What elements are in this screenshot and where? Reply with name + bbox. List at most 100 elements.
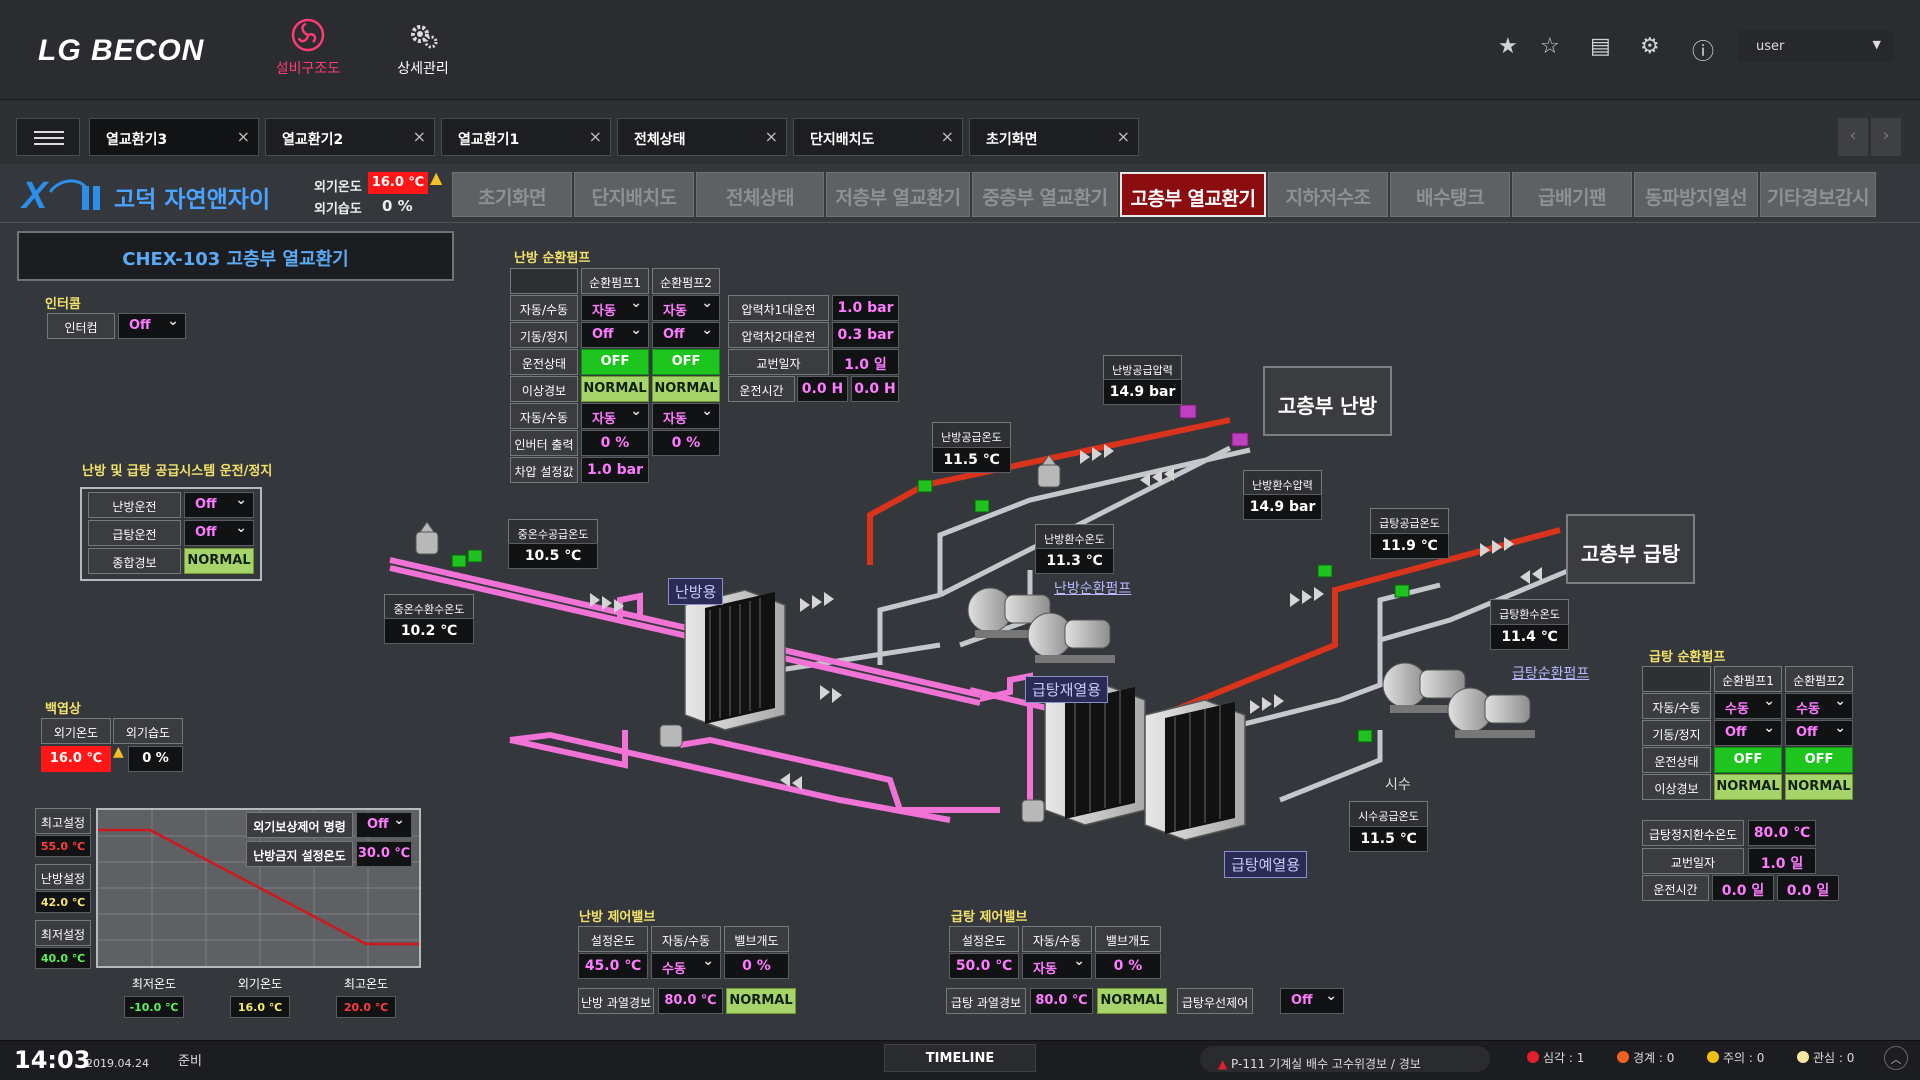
tag-reheat-hx: 급탕재열용 [1025, 676, 1109, 703]
close-icon[interactable]: × [237, 127, 250, 146]
tab-hex3[interactable]: 열교환기3 × [89, 118, 259, 156]
nav-label: 상세관리 [397, 61, 449, 77]
document-icon[interactable]: ▤ [1590, 34, 1611, 64]
tag-heating-hx: 난방용 [668, 578, 724, 605]
subtab-low-hex[interactable]: 저층부 열교환기 [826, 172, 970, 217]
alarm-count-caution[interactable]: 주의 : 0 [1707, 1049, 1764, 1066]
overall-alarm-status: NORMAL [184, 548, 254, 574]
subtab-underground-tank[interactable]: 지하저수조 [1268, 172, 1388, 217]
heat-valve-setpoint[interactable]: 45.0 ℃ [578, 953, 648, 979]
intercom-label: 인터컴 [47, 313, 115, 339]
subtab-home[interactable]: 초기화면 [452, 172, 572, 217]
fan-icon [291, 18, 325, 52]
dhw-area-box: 고층부 급탕 [1566, 514, 1695, 584]
tab-hex1[interactable]: 열교환기1 × [441, 118, 611, 156]
dhw-valve-mode-select[interactable]: 자동 [1022, 953, 1092, 979]
user-menu[interactable]: user ▼ [1738, 30, 1893, 62]
hp1-auto-manual-select[interactable]: 자동 [581, 295, 649, 321]
dhw-priority-select[interactable]: Off [1280, 988, 1344, 1014]
settings-icon[interactable]: ⚙ [1640, 34, 1660, 64]
overall-alarm-label: 종합경보 [88, 548, 181, 574]
heat-valve-mode-select[interactable]: 수동 [651, 953, 721, 979]
dhw-stop-return-value[interactable]: 80.0 ℃ [1748, 820, 1816, 846]
subtab-other-alarms[interactable]: 기타경보감시 [1760, 172, 1876, 217]
subtab-overall[interactable]: 전체상태 [696, 172, 824, 217]
timeline-button[interactable]: TIMELINE [884, 1044, 1036, 1072]
favorite-icon[interactable]: ★ [1498, 34, 1518, 64]
max-setting-value: 55.0 ℃ [35, 835, 91, 857]
close-icon[interactable]: × [941, 127, 954, 146]
site-name: 고덕 자연앤자이 [114, 187, 271, 213]
dhw-alternation-value[interactable]: 1.0 일 [1748, 848, 1816, 874]
nav-detail-management[interactable]: 상세관리 [378, 18, 468, 88]
close-icon[interactable]: × [589, 127, 602, 146]
subtab-mid-hex[interactable]: 중층부 열교환기 [972, 172, 1118, 217]
dhw-run-select[interactable]: Off [184, 520, 254, 546]
pressure-diff1-label: 압력차1대운전 [728, 295, 829, 321]
dhw-valve-opening[interactable]: 0 % [1095, 953, 1161, 979]
dhw-overheat-temp[interactable]: 80.0 ℃ [1030, 988, 1093, 1014]
heat-return-temp: 11.3 ℃ [1035, 548, 1114, 574]
intercom-select[interactable]: Off [118, 313, 186, 339]
subtab-high-hex[interactable]: 고층부 열교환기 [1120, 172, 1266, 217]
count-label: 주의 : 0 [1723, 1051, 1765, 1065]
critical-dot-icon [1527, 1051, 1539, 1063]
heating-run-label: 난방운전 [88, 492, 181, 518]
heat-supply-riser [867, 482, 927, 565]
heat-setting-label: 난방설정 [35, 864, 91, 890]
dhw-pump-link[interactable]: 급탕순환펌프 [1512, 663, 1589, 683]
caution-dot-icon [1707, 1051, 1719, 1063]
favorite-add-icon[interactable]: ☆ [1540, 34, 1560, 64]
heat-valve-opening[interactable]: 0 % [724, 953, 789, 979]
system-state: 준비 [178, 1054, 202, 1069]
high-temp-value: 20.0 ℃ [336, 996, 396, 1018]
outer-hum-value: 0 % [382, 197, 413, 215]
heating-run-select[interactable]: Off [184, 492, 254, 518]
close-icon[interactable]: × [1117, 127, 1130, 146]
nav-equipment-diagram[interactable]: 설비구조도 [263, 18, 353, 88]
alarm-count-critical[interactable]: 심각 : 1 [1527, 1049, 1584, 1066]
tab-hex2[interactable]: 열교환기2 × [265, 118, 435, 156]
close-icon[interactable]: × [765, 127, 778, 146]
subtab-heat-trace[interactable]: 동파방지열선 [1634, 172, 1758, 217]
tab-next-button[interactable]: › [1871, 118, 1901, 156]
heat-return-temp-label: 난방환수온도 [1035, 524, 1114, 550]
hamburger-menu-button[interactable] [16, 118, 80, 156]
warning-dot-icon [1617, 1051, 1629, 1063]
subtab-site-layout[interactable]: 단지배치도 [574, 172, 694, 217]
dhw-valve-setpoint[interactable]: 50.0 ℃ [949, 953, 1019, 979]
info-icon[interactable]: ⓘ [1692, 34, 1714, 65]
tab-site-layout[interactable]: 단지배치도 × [793, 118, 963, 156]
outdoor-temp-value: 16.0 ℃ [230, 996, 290, 1018]
dp1-run-status: OFF [1714, 747, 1782, 773]
outdoor-temp-label: 외기온도 [237, 977, 283, 991]
alarm-count-interest[interactable]: 관심 : 0 [1797, 1049, 1854, 1066]
dp2-start-stop-select[interactable]: Off [1785, 720, 1853, 746]
city-water-label: 시수 [1385, 777, 1411, 793]
alarm-ticker[interactable]: ▲ P-111 기계실 배수 고수위경보 / 경보 [1200, 1046, 1490, 1072]
close-icon[interactable]: × [413, 127, 426, 146]
dp1-start-stop-select[interactable]: Off [1714, 720, 1782, 746]
mid-return-temp-label: 중온수환수온도 [384, 594, 474, 620]
heat-overheat-temp[interactable]: 80.0 ℃ [658, 988, 723, 1014]
tab-home[interactable]: 초기화면 × [969, 118, 1139, 156]
tag-preheat-hx: 급탕예열용 [1224, 851, 1308, 878]
alarm-count-warning[interactable]: 경계 : 0 [1617, 1049, 1674, 1066]
heat-pump-link[interactable]: 난방순환펌프 [1054, 578, 1131, 598]
dp2-auto-manual-select[interactable]: 수동 [1785, 693, 1853, 719]
hp2-auto-manual-select[interactable]: 자동 [652, 295, 720, 321]
tab-label: 열교환기2 [282, 132, 344, 148]
heat-pump-section-title: 난방 순환펌프 [514, 251, 591, 266]
count-label: 경계 : 0 [1633, 1051, 1675, 1065]
dp1-auto-manual-select[interactable]: 수동 [1714, 693, 1782, 719]
expand-up-icon[interactable]: ︿ [1884, 1046, 1908, 1070]
dhw-return-temp: 11.4 ℃ [1490, 624, 1569, 650]
heat-valve-col-mode: 자동/수동 [651, 926, 721, 952]
subtab-drain-tank[interactable]: 배수탱크 [1390, 172, 1510, 217]
pressure-diff1-value[interactable]: 1.0 bar [832, 295, 899, 321]
heat-overheat-label: 난방 과열경보 [578, 988, 654, 1014]
subtab-fans[interactable]: 급배기팬 [1512, 172, 1632, 217]
mid-supply-temp-label: 중온수공급온도 [508, 519, 598, 545]
tab-overall-status[interactable]: 전체상태 × [617, 118, 787, 156]
tab-prev-button[interactable]: ‹ [1838, 118, 1868, 156]
